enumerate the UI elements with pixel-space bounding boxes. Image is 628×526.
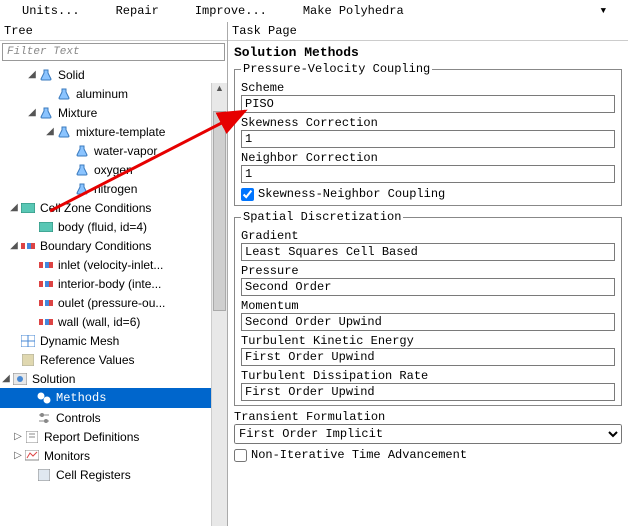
- neighbor-field[interactable]: 1: [241, 165, 615, 183]
- bc-icon: [38, 315, 54, 329]
- tree-dynamic-mesh[interactable]: Dynamic Mesh: [0, 331, 227, 350]
- tree-body-fluid[interactable]: body (fluid, id=4): [0, 217, 227, 236]
- transient-select[interactable]: First Order Implicit: [234, 424, 622, 444]
- tree-wall[interactable]: wall (wall, id=6): [0, 312, 227, 331]
- tree-solid[interactable]: ◢Solid: [0, 65, 227, 84]
- menu-units[interactable]: Units...: [22, 4, 80, 18]
- skewness-field[interactable]: 1: [241, 130, 615, 148]
- scheme-label: Scheme: [241, 81, 615, 95]
- transient-label: Transient Formulation: [234, 410, 622, 424]
- neighbor-label: Neighbor Correction: [241, 151, 615, 165]
- flask-icon: [56, 125, 72, 139]
- skew-neighbor-checkbox[interactable]: [241, 188, 254, 201]
- menu-make-polyhedra[interactable]: Make Polyhedra: [303, 4, 404, 18]
- momentum-label: Momentum: [241, 299, 615, 313]
- tree-mixture-template[interactable]: ◢mixture-template: [0, 122, 227, 141]
- momentum-field[interactable]: Second Order Upwind: [241, 313, 615, 331]
- tree-reference-values[interactable]: Reference Values: [0, 350, 227, 369]
- tree-methods[interactable]: Methods: [0, 388, 227, 408]
- tree-nitrogen[interactable]: nitrogen: [0, 179, 227, 198]
- gradient-field[interactable]: Least Squares Cell Based: [241, 243, 615, 261]
- task-pane-title: Task Page: [228, 22, 628, 41]
- menu-dropdown-icon[interactable]: ▼: [601, 6, 606, 16]
- bc-icon: [20, 239, 36, 253]
- nita-checkbox[interactable]: [234, 449, 247, 462]
- tree-water-vapor[interactable]: water-vapor: [0, 141, 227, 160]
- tree-cell-zone-conditions[interactable]: ◢Cell Zone Conditions: [0, 198, 227, 217]
- mesh-icon: [20, 334, 36, 348]
- bc-icon: [38, 277, 54, 291]
- tree-boundary-conditions[interactable]: ◢Boundary Conditions: [0, 236, 227, 255]
- tree-report-definitions[interactable]: ▷Report Definitions: [0, 427, 227, 446]
- ref-icon: [20, 353, 36, 367]
- flask-icon: [74, 163, 90, 177]
- solution-icon: [12, 372, 28, 386]
- menu-repair[interactable]: Repair: [116, 4, 159, 18]
- tree-mixture[interactable]: ◢Mixture: [0, 103, 227, 122]
- tree-oxygen[interactable]: oxygen: [0, 160, 227, 179]
- gradient-label: Gradient: [241, 229, 615, 243]
- tree-cell-registers[interactable]: Cell Registers: [0, 465, 227, 484]
- tree-outlet[interactable]: oulet (pressure-ou...: [0, 293, 227, 312]
- tdr-label: Turbulent Dissipation Rate: [241, 369, 615, 383]
- model-tree: ◢Solid aluminum ◢Mixture ◢mixture-templa…: [0, 63, 227, 526]
- monitor-icon: [24, 449, 40, 463]
- legend-pv: Pressure-Velocity Coupling: [241, 62, 432, 76]
- zone-icon: [20, 201, 36, 215]
- nita-label: Non-Iterative Time Advancement: [251, 448, 467, 462]
- tree-solution[interactable]: ◢Solution: [0, 369, 227, 388]
- bc-icon: [38, 258, 54, 272]
- flask-icon: [74, 144, 90, 158]
- tree-filter-input[interactable]: Filter Text: [2, 43, 225, 61]
- top-menubar: Units... Repair Improve... Make Polyhedr…: [0, 0, 628, 22]
- skewness-label: Skewness Correction: [241, 116, 615, 130]
- flask-icon: [56, 87, 72, 101]
- flask-icon: [74, 182, 90, 196]
- group-pressure-velocity: Pressure-Velocity Coupling Scheme PISO S…: [234, 62, 622, 206]
- tree-inlet[interactable]: inlet (velocity-inlet...: [0, 255, 227, 274]
- tree-pane-title: Tree: [0, 22, 227, 41]
- methods-icon: [36, 391, 52, 405]
- register-icon: [36, 468, 52, 482]
- bc-icon: [38, 296, 54, 310]
- tke-label: Turbulent Kinetic Energy: [241, 334, 615, 348]
- group-spatial-discretization: Spatial Discretization Gradient Least Sq…: [234, 210, 622, 406]
- tdr-field[interactable]: First Order Upwind: [241, 383, 615, 401]
- pressure-field[interactable]: Second Order: [241, 278, 615, 296]
- task-header: Solution Methods: [234, 45, 622, 60]
- scheme-field[interactable]: PISO: [241, 95, 615, 113]
- tree-monitors[interactable]: ▷Monitors: [0, 446, 227, 465]
- flask-icon: [38, 68, 54, 82]
- report-icon: [24, 430, 40, 444]
- tree-aluminum[interactable]: aluminum: [0, 84, 227, 103]
- tree-controls[interactable]: Controls: [0, 408, 227, 427]
- flask-icon: [38, 106, 54, 120]
- tree-interior-body[interactable]: interior-body (inte...: [0, 274, 227, 293]
- tree-scrollbar[interactable]: ▲: [211, 83, 227, 526]
- skew-neighbor-label: Skewness-Neighbor Coupling: [258, 187, 445, 201]
- zone-icon: [38, 220, 54, 234]
- tke-field[interactable]: First Order Upwind: [241, 348, 615, 366]
- legend-sd: Spatial Discretization: [241, 210, 403, 224]
- controls-icon: [36, 411, 52, 425]
- pressure-label: Pressure: [241, 264, 615, 278]
- menu-improve[interactable]: Improve...: [195, 4, 267, 18]
